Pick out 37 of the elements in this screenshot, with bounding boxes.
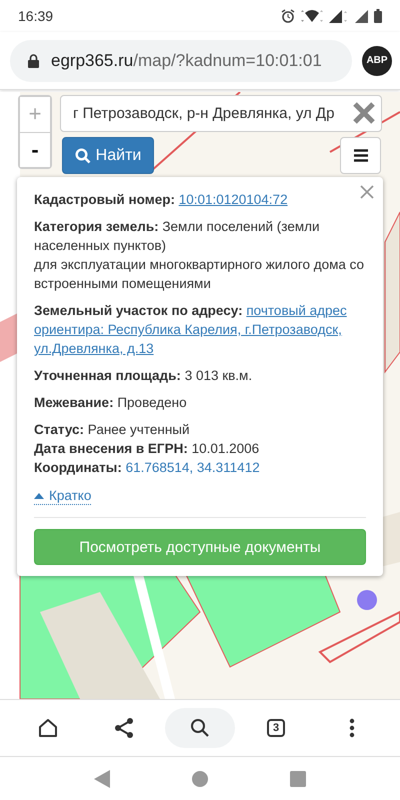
- info-link[interactable]: 10:01:0120104:72: [178, 192, 288, 207]
- info-row-text: Дата внесения в ЕГРН: 10.01.2006: [34, 440, 260, 458]
- cell-signal-icon: [329, 10, 349, 22]
- search-icon: [190, 718, 210, 738]
- share-icon: [114, 717, 134, 739]
- home-circle-icon[interactable]: [192, 771, 208, 787]
- menu-icon: [354, 149, 368, 162]
- home-icon: [38, 718, 58, 738]
- close-icon[interactable]: [360, 185, 374, 199]
- back-icon[interactable]: [94, 770, 110, 788]
- find-button[interactable]: Найти: [62, 137, 154, 174]
- info-row-text: Категория земель: Земли поселений (земли населенных пунктов): [34, 218, 321, 255]
- alarm-icon: [281, 9, 295, 23]
- clock-time: 16:39: [18, 8, 54, 24]
- info-row-text: Земельный участок по адресу: почтовый адрес ориентира: Республика Карелия, г.Петрозаводск, ул.Древлянка, д.13: [34, 302, 348, 358]
- info-row-text: Уточненная площадь: 3 013 кв.м.: [34, 367, 254, 385]
- search-icon: [74, 148, 91, 164]
- info-note: для эксплуатации многоквартирного жилого дома со встроенными помещениями: [34, 256, 366, 293]
- search-field[interactable]: г Петрозаводск, р-н Древлянка, ул Др: [60, 95, 382, 132]
- url-path: /map/?kadnum=10:01:01: [133, 50, 322, 70]
- wifi-icon: [301, 10, 323, 22]
- info-label: Кадастровый номер:: [34, 192, 175, 207]
- info-row-text: Статус: Ранее учтенный: [34, 421, 191, 439]
- clear-icon[interactable]: [352, 101, 376, 125]
- tab-switcher-button[interactable]: 3: [241, 708, 311, 748]
- info-row-text: Межевание: Проведено: [34, 394, 188, 412]
- lock-icon: [28, 54, 39, 68]
- collapse-toggle[interactable]: Кратко: [34, 488, 92, 505]
- info-row-text: Координаты: 61.768514, 34.311412: [34, 459, 261, 477]
- search-button[interactable]: [165, 708, 235, 748]
- adblock-badge[interactable]: ABP: [362, 46, 392, 76]
- battery-icon: [374, 9, 382, 23]
- menu-button[interactable]: [340, 137, 381, 174]
- cell-signal-icon: [355, 10, 368, 22]
- more-icon: [349, 718, 355, 738]
- url-domain: egrp365.ru: [51, 50, 134, 70]
- address-bar[interactable]: egrp365.ru/map/?kadnum=10:01:01: [10, 40, 352, 82]
